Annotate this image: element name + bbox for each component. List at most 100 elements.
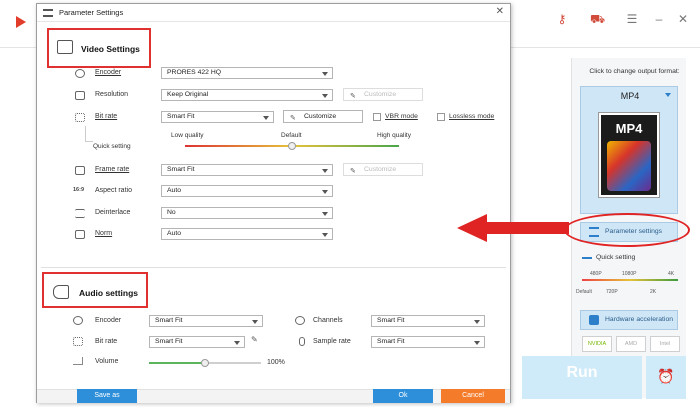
pencil-icon: ✎: [290, 115, 296, 122]
encoder-select[interactable]: PRORES 422 HQ: [161, 67, 333, 79]
framerate-value: Smart Fit: [167, 166, 195, 173]
quick-setting-thumb[interactable]: [288, 142, 296, 150]
save-as-button[interactable]: Save as: [77, 389, 137, 403]
output-format-selector[interactable]: MP4 MP4: [580, 86, 678, 214]
tick-2k: 2K: [650, 289, 657, 295]
framerate-label[interactable]: Frame rate: [95, 166, 129, 173]
gpu-amd[interactable]: AMD: [616, 336, 646, 352]
gpu-nvidia[interactable]: NVIDIA: [582, 336, 612, 352]
high-quality-label: High quality: [377, 132, 411, 139]
bitrate-label[interactable]: Bit rate: [95, 113, 117, 120]
cancel-button[interactable]: Cancel: [441, 389, 505, 403]
resolution-customize-button[interactable]: ✎ Customize: [343, 88, 423, 101]
quality-slider[interactable]: 480P 1080P 4K Default 720P 2K: [576, 271, 678, 295]
encoder-label[interactable]: Encoder: [95, 69, 121, 76]
bitrate-value: Smart Fit: [167, 113, 195, 120]
audio-settings-title: Audio settings: [79, 288, 139, 298]
volume-track[interactable]: [205, 362, 261, 364]
channels-icon: [295, 316, 305, 325]
norm-value: Auto: [167, 230, 181, 237]
ok-button[interactable]: Ok: [373, 389, 433, 403]
norm-label[interactable]: Norm: [95, 230, 112, 237]
framerate-customize-label: Customize: [364, 166, 397, 173]
app-close-icon[interactable]: ✕: [676, 12, 690, 26]
audio-encoder-select[interactable]: Smart Fit: [149, 315, 263, 327]
cart-icon[interactable]: ⛟: [590, 12, 605, 26]
hardware-acceleration-button[interactable]: Hardware acceleration: [580, 310, 678, 330]
quality-track: [582, 279, 678, 281]
dialog-title: Parameter Settings: [59, 8, 124, 17]
bitrate-customize-label: Customize: [304, 113, 337, 120]
format-dropdown-icon[interactable]: [665, 93, 671, 97]
deinterlace-label: Deinterlace: [95, 209, 131, 216]
aspect-ratio-icon: 16:9: [73, 187, 85, 193]
aspect-ratio-value: Auto: [167, 187, 181, 194]
mp4-format-icon: MP4: [599, 113, 659, 197]
channels-label: Channels: [313, 317, 343, 324]
tick-480p: 480P: [590, 271, 602, 277]
volume-thumb[interactable]: [201, 359, 209, 367]
chevron-down-icon: [322, 190, 328, 194]
chevron-down-icon: [234, 341, 240, 345]
monitor-icon: [75, 230, 85, 239]
minimize-icon[interactable]: –: [652, 12, 666, 26]
close-icon[interactable]: ✕: [496, 6, 504, 17]
tick-4k: 4K: [668, 271, 675, 277]
speaker-icon: [73, 316, 83, 325]
vbr-mode-checkbox[interactable]: [373, 113, 381, 121]
annotation-arrow-icon: [457, 214, 569, 242]
quick-setting-label: Quick setting: [596, 254, 636, 261]
run-label: Run: [566, 364, 598, 381]
video-settings-title: Video Settings: [81, 44, 140, 54]
volume-icon: [73, 357, 83, 365]
audio-encoder-label: Encoder: [95, 317, 122, 324]
bitrate-select[interactable]: Smart Fit: [161, 111, 274, 123]
pencil-icon[interactable]: ✎: [251, 335, 258, 344]
format-box-label: MP4: [615, 121, 643, 136]
vbr-mode-label[interactable]: VBR mode: [385, 113, 418, 120]
audio-bitrate-value: Smart Fit: [155, 338, 183, 345]
framerate-customize-button[interactable]: ✎ Customize: [343, 163, 423, 176]
tick-default: Default: [576, 289, 592, 295]
sample-rate-select[interactable]: Smart Fit: [371, 336, 485, 348]
pencil-icon: ✎: [350, 93, 356, 100]
encoder-value: PRORES 422 HQ: [167, 69, 222, 76]
deinterlace-select[interactable]: No: [161, 207, 333, 219]
quick-setting-bracket: [85, 126, 86, 142]
settings-sliders-icon: [43, 9, 53, 17]
audio-bitrate-icon: [73, 337, 83, 346]
sample-rate-value: Smart Fit: [377, 338, 405, 345]
chevron-down-icon: [263, 116, 269, 120]
resolution-select[interactable]: Keep Original: [161, 89, 333, 101]
bitrate-customize-button[interactable]: ✎ Customize: [283, 110, 363, 123]
low-quality-label: Low quality: [171, 132, 204, 139]
gpu-intel[interactable]: Intel: [650, 336, 680, 352]
alarm-clock-icon[interactable]: ⏰: [646, 356, 686, 399]
aspect-ratio-label: Aspect ratio: [95, 187, 132, 194]
lossless-mode-label[interactable]: Lossless mode: [449, 113, 494, 120]
audio-bitrate-label: Bit rate: [95, 338, 118, 345]
norm-select[interactable]: Auto: [161, 228, 333, 240]
run-button[interactable]: Run: [522, 356, 642, 399]
chevron-down-icon: [322, 233, 328, 237]
resolution-icon: [75, 91, 85, 100]
default-quality-label: Default: [281, 132, 302, 139]
video-settings-icon: [57, 40, 73, 54]
volume-fill: [149, 362, 205, 364]
audio-encoder-value: Smart Fit: [155, 317, 183, 324]
key-icon[interactable]: ⚷: [555, 12, 569, 26]
sample-rate-label: Sample rate: [313, 338, 351, 345]
format-box-art: [607, 141, 651, 191]
quick-setting-bracket-foot: [85, 141, 93, 142]
dialog-titlebar: Parameter Settings ✕: [37, 4, 510, 22]
bitrate-icon: [75, 113, 85, 122]
aspect-ratio-select[interactable]: Auto: [161, 185, 333, 197]
audio-bitrate-select[interactable]: Smart Fit: [149, 336, 245, 348]
deinterlace-icon: [75, 209, 85, 218]
framerate-select[interactable]: Smart Fit: [161, 164, 333, 176]
channels-select[interactable]: Smart Fit: [371, 315, 485, 327]
lossless-mode-checkbox[interactable]: [437, 113, 445, 121]
chevron-down-icon: [322, 72, 328, 76]
menu-icon[interactable]: ☰: [625, 12, 639, 26]
chevron-down-icon: [474, 320, 480, 324]
